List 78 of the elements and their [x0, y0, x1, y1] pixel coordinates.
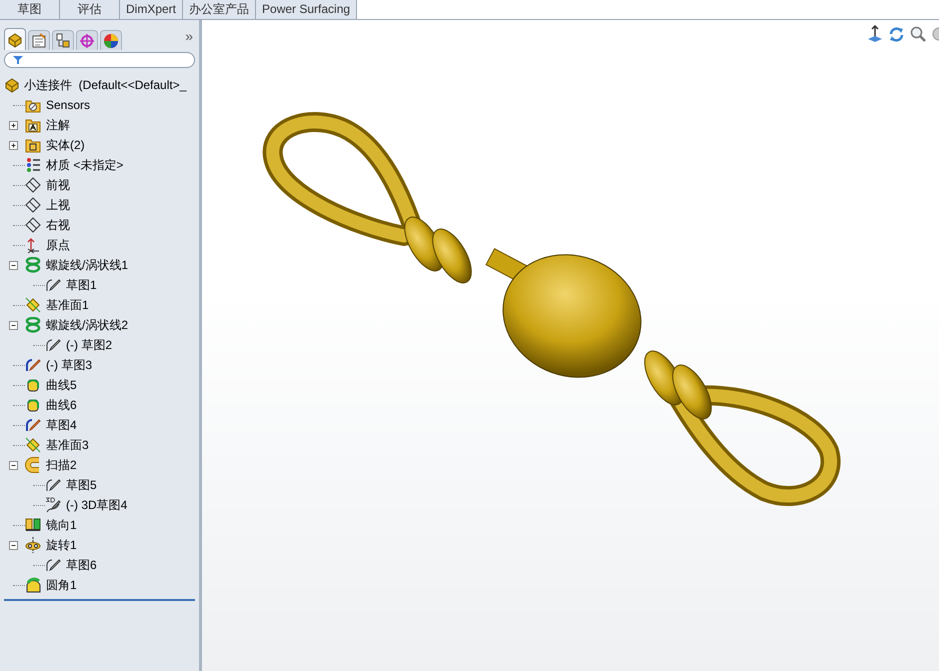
expand-toggle[interactable]	[9, 140, 18, 150]
tree-item-label[interactable]: Sensors	[46, 96, 90, 114]
color-ball-icon	[103, 32, 119, 48]
tree-item-label[interactable]: 基准面3	[46, 436, 89, 454]
panel-tab[interactable]	[4, 28, 26, 50]
plane-icon	[25, 197, 41, 213]
material-icon	[25, 157, 41, 173]
zoom-icon[interactable]	[910, 26, 926, 42]
datum-plane-icon	[25, 297, 41, 313]
tree-item-label[interactable]: 螺旋线/涡状线1	[46, 256, 128, 274]
rotate-icon[interactable]	[888, 26, 905, 42]
command-tab[interactable]: 草图	[0, 0, 60, 19]
collapse-toggle[interactable]	[9, 460, 18, 470]
part-icon	[7, 32, 23, 48]
curve-icon	[25, 397, 41, 413]
tree-root-label[interactable]: 小连接件 (Default<<Default>_	[24, 76, 186, 94]
revolve-icon	[25, 537, 41, 553]
command-tab[interactable]: Power Surfacing	[256, 0, 358, 19]
tree-item-label[interactable]: 原点	[46, 236, 70, 254]
tree-item-label[interactable]: 注解	[46, 116, 70, 134]
tree-item-label[interactable]: 实体(2)	[46, 136, 85, 154]
sketch-3d-icon	[45, 497, 61, 513]
tree-item-label[interactable]: 圆角1	[46, 576, 77, 594]
panel-tab[interactable]	[28, 30, 50, 50]
coil-icon	[25, 317, 41, 333]
filter-field[interactable]	[4, 52, 195, 68]
collapse-toggle[interactable]	[9, 320, 18, 330]
datum-plane-icon	[25, 437, 41, 453]
tree-item-label[interactable]: 草图6	[66, 556, 97, 574]
command-tab[interactable]: 评估	[60, 0, 120, 19]
command-tab[interactable]: 办公室产品	[183, 0, 256, 19]
tree-item-label[interactable]: 草图1	[66, 276, 97, 294]
tree-item-label[interactable]: 草图4	[46, 416, 77, 434]
sketch-icon	[45, 277, 61, 293]
tree-item-label[interactable]: (-) 3D草图4	[66, 496, 128, 514]
sketch-icon	[45, 557, 61, 573]
plane-icon	[25, 177, 41, 193]
collapse-toggle[interactable]	[9, 540, 18, 550]
plane-icon	[25, 217, 41, 233]
annotation-folder-icon	[25, 117, 41, 133]
command-tab[interactable]: DimXpert	[120, 0, 184, 19]
tree-item-label[interactable]: 曲线5	[46, 376, 77, 394]
fillet-icon	[25, 577, 41, 593]
tree-item-label[interactable]: (-) 草图2	[66, 336, 112, 354]
origin-axes-icon	[25, 237, 41, 253]
property-sheet-icon	[31, 32, 47, 48]
tree-item-label[interactable]: 草图5	[66, 476, 97, 494]
part-icon	[4, 77, 20, 93]
tree-item-label[interactable]: 前视	[46, 176, 70, 194]
tree-item-label[interactable]: 基准面1	[46, 296, 89, 314]
panel-tab[interactable]	[100, 30, 122, 50]
crosshair-icon	[79, 32, 95, 48]
arrow-plane-icon[interactable]	[867, 25, 883, 43]
coil-icon	[25, 257, 41, 273]
collapse-toggle[interactable]	[9, 260, 18, 270]
tree-item-label[interactable]: 曲线6	[46, 396, 77, 414]
sweep-icon	[25, 457, 41, 473]
more-tabs-button[interactable]: »	[185, 26, 193, 47]
sketch-pencil-icon	[25, 417, 41, 433]
expand-toggle[interactable]	[9, 120, 18, 130]
panel-tab[interactable]	[76, 30, 98, 50]
sketch-pencil-icon	[25, 357, 41, 373]
configuration-icon	[55, 32, 71, 48]
panel-tab[interactable]	[52, 30, 74, 50]
tree-item-label[interactable]: 旋转1	[46, 536, 77, 554]
filter-icon	[13, 55, 23, 65]
tree-item-label[interactable]: 螺旋线/涡状线2	[46, 316, 128, 334]
tree-item-label[interactable]: 材质 <未指定>	[46, 156, 124, 174]
tree-item-label[interactable]: 右视	[46, 216, 70, 234]
sketch-icon	[45, 337, 61, 353]
body-folder-icon	[25, 137, 41, 153]
tree-item-label[interactable]: 上视	[46, 196, 70, 214]
mirror-feature-icon	[25, 517, 41, 533]
curve-icon	[25, 377, 41, 393]
tree-item-label[interactable]: 镜向1	[46, 516, 77, 534]
tree-item-label[interactable]: 扫描2	[46, 456, 77, 474]
sketch-icon	[45, 477, 61, 493]
tree-item-label[interactable]: (-) 草图3	[46, 356, 92, 374]
